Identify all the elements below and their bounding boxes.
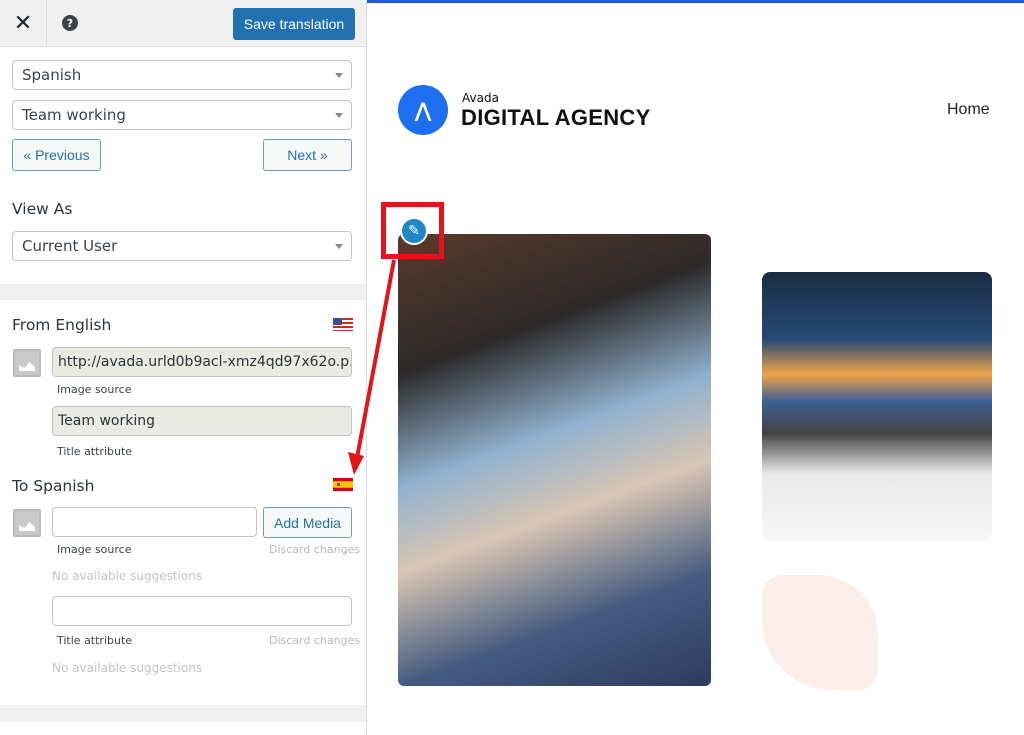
to-image-source-field[interactable] [52, 507, 257, 537]
string-select-value: Team working [22, 106, 126, 124]
brand-small: Avada [462, 91, 499, 105]
annotation-highlight-box [381, 202, 444, 259]
from-title-field[interactable]: Team working [52, 406, 352, 436]
spain-flag-icon [333, 478, 353, 491]
site-preview: ⋀ Avada DIGITAL AGENCY Home ✎ [367, 0, 1024, 735]
ipad-desk-image [762, 272, 992, 541]
from-image-source-field[interactable]: http://avada.urld0b9acl-xmz4qd97x62o.p.r… [52, 347, 352, 377]
no-suggestions-text: No available suggestions [52, 569, 203, 583]
divider [0, 705, 366, 722]
team-working-image[interactable] [398, 234, 711, 686]
language-select-value: Spanish [22, 66, 82, 84]
from-english-heading: From English [12, 316, 112, 334]
no-suggestions-text: No available suggestions [52, 661, 203, 675]
chevron-down-icon [335, 113, 343, 118]
save-translation-button[interactable]: Save translation [233, 8, 355, 40]
image-placeholder-icon [13, 349, 41, 377]
string-select[interactable]: Team working [12, 100, 352, 130]
image-placeholder-icon [13, 509, 41, 537]
view-as-label: View As [12, 200, 73, 218]
image-source-label: Image source [57, 383, 132, 396]
previous-button[interactable]: « Previous [12, 139, 101, 171]
title-attribute-label: Title attribute [57, 634, 133, 647]
image-source-label: Image source [57, 543, 132, 556]
brand-large: DIGITAL AGENCY [461, 105, 651, 130]
view-as-value: Current User [22, 237, 118, 255]
next-button[interactable]: Next » [263, 139, 352, 171]
to-spanish-heading: To Spanish [12, 477, 95, 495]
translation-sidebar: ✕ ? Save translation Spanish Team workin… [0, 0, 367, 735]
add-media-button[interactable]: Add Media [263, 507, 352, 538]
us-flag-icon [333, 318, 353, 331]
sidebar-toolbar: ✕ ? Save translation [0, 0, 366, 47]
top-accent-bar [367, 0, 1024, 3]
avada-logo-icon[interactable]: ⋀ [398, 85, 448, 135]
discard-changes-link[interactable]: Discard changes [269, 634, 360, 647]
to-title-field[interactable] [52, 596, 352, 626]
language-select[interactable]: Spanish [12, 60, 352, 90]
title-attribute-label: Title attribute [57, 445, 133, 458]
divider [0, 284, 366, 300]
view-as-select[interactable]: Current User [12, 231, 352, 261]
close-icon[interactable]: ✕ [0, 0, 47, 47]
chevron-down-icon [335, 244, 343, 249]
discard-changes-link[interactable]: Discard changes [269, 543, 360, 556]
decorative-shape [762, 575, 878, 690]
chevron-down-icon [335, 73, 343, 78]
help-icon[interactable]: ? [62, 15, 78, 31]
nav-home-link[interactable]: Home [947, 101, 990, 119]
